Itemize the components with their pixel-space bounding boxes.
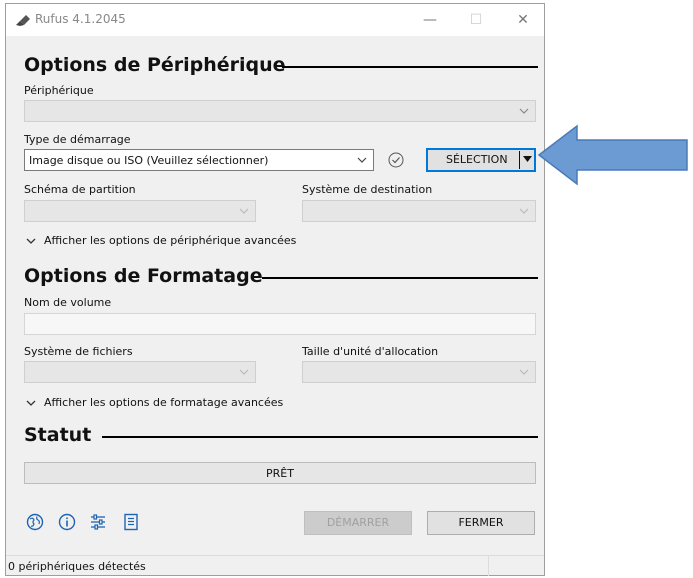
- file-system-dropdown[interactable]: [24, 361, 256, 383]
- target-system-dropdown[interactable]: [302, 200, 536, 222]
- format-advanced-label: Afficher les options de formatage avancé…: [44, 396, 284, 409]
- progress-text: PRÊT: [266, 467, 294, 480]
- info-icon[interactable]: [58, 513, 76, 531]
- target-system-label: Système de destination: [302, 183, 433, 196]
- cluster-size-label: Taille d'unité d'allocation: [302, 345, 439, 358]
- chevron-down-icon: [519, 108, 529, 114]
- usb-drive-icon: [16, 15, 30, 26]
- device-advanced-toggle[interactable]: Afficher les options de périphérique ava…: [26, 234, 296, 247]
- device-options-heading: Options de Périphérique: [24, 54, 286, 76]
- globe-icon[interactable]: [26, 513, 44, 531]
- log-icon[interactable]: [122, 513, 140, 531]
- check-circle-icon[interactable]: [388, 152, 404, 168]
- chevron-down-icon: [26, 400, 36, 406]
- volume-name-label: Nom de volume: [24, 296, 112, 309]
- chevron-down-icon: [357, 157, 367, 163]
- file-system-label: Système de fichiers: [24, 345, 133, 358]
- status-bar-text: 0 périphériques détectés: [8, 560, 146, 573]
- chevron-down-icon: [239, 208, 249, 214]
- format-options-heading: Options de Formatage: [24, 265, 263, 287]
- device-options-rule: [282, 66, 538, 68]
- boot-type-value: Image disque ou ISO (Veuillez sélectionn…: [29, 154, 269, 167]
- minimize-button[interactable]: —: [418, 10, 442, 30]
- maximize-button[interactable]: ☐: [464, 10, 488, 30]
- boot-type-label: Type de démarrage: [24, 133, 131, 146]
- window-title: Rufus 4.1.2045: [35, 12, 126, 26]
- caret-down-icon[interactable]: [523, 155, 532, 164]
- chevron-down-icon: [26, 238, 36, 244]
- select-image-button[interactable]: SÉLECTION: [426, 148, 536, 172]
- status-bar: 0 périphériques détectés: [6, 555, 544, 576]
- start-button[interactable]: DÉMARRER: [304, 511, 412, 535]
- rufus-window: Rufus 4.1.2045 — ☐ ✕ Options de Périphér…: [5, 3, 545, 576]
- pointer-arrow: [537, 124, 688, 186]
- settings-sliders-icon[interactable]: [89, 513, 107, 531]
- status-rule: [102, 436, 538, 438]
- volume-name-input[interactable]: [24, 313, 536, 335]
- format-advanced-toggle[interactable]: Afficher les options de formatage avancé…: [26, 396, 283, 409]
- close-button[interactable]: FERMER: [427, 511, 535, 535]
- chevron-down-icon: [519, 369, 529, 375]
- partition-scheme-dropdown[interactable]: [24, 200, 256, 222]
- boot-type-dropdown[interactable]: Image disque ou ISO (Veuillez sélectionn…: [24, 149, 374, 171]
- status-heading: Statut: [24, 424, 92, 446]
- chevron-down-icon: [519, 208, 529, 214]
- cluster-size-dropdown[interactable]: [302, 361, 536, 383]
- status-progress-bar: PRÊT: [24, 462, 536, 484]
- device-advanced-label: Afficher les options de périphérique ava…: [44, 234, 297, 247]
- select-image-label: SÉLECTION: [446, 153, 508, 166]
- close-window-button[interactable]: ✕: [511, 10, 535, 30]
- title-bar[interactable]: Rufus 4.1.2045 — ☐ ✕: [6, 4, 544, 36]
- device-label: Périphérique: [24, 84, 94, 97]
- partition-scheme-label: Schéma de partition: [24, 183, 136, 196]
- chevron-down-icon: [239, 369, 249, 375]
- split-divider: [519, 151, 520, 169]
- status-bar-separator: [488, 556, 489, 576]
- device-dropdown[interactable]: [24, 100, 536, 122]
- format-options-rule: [262, 277, 538, 279]
